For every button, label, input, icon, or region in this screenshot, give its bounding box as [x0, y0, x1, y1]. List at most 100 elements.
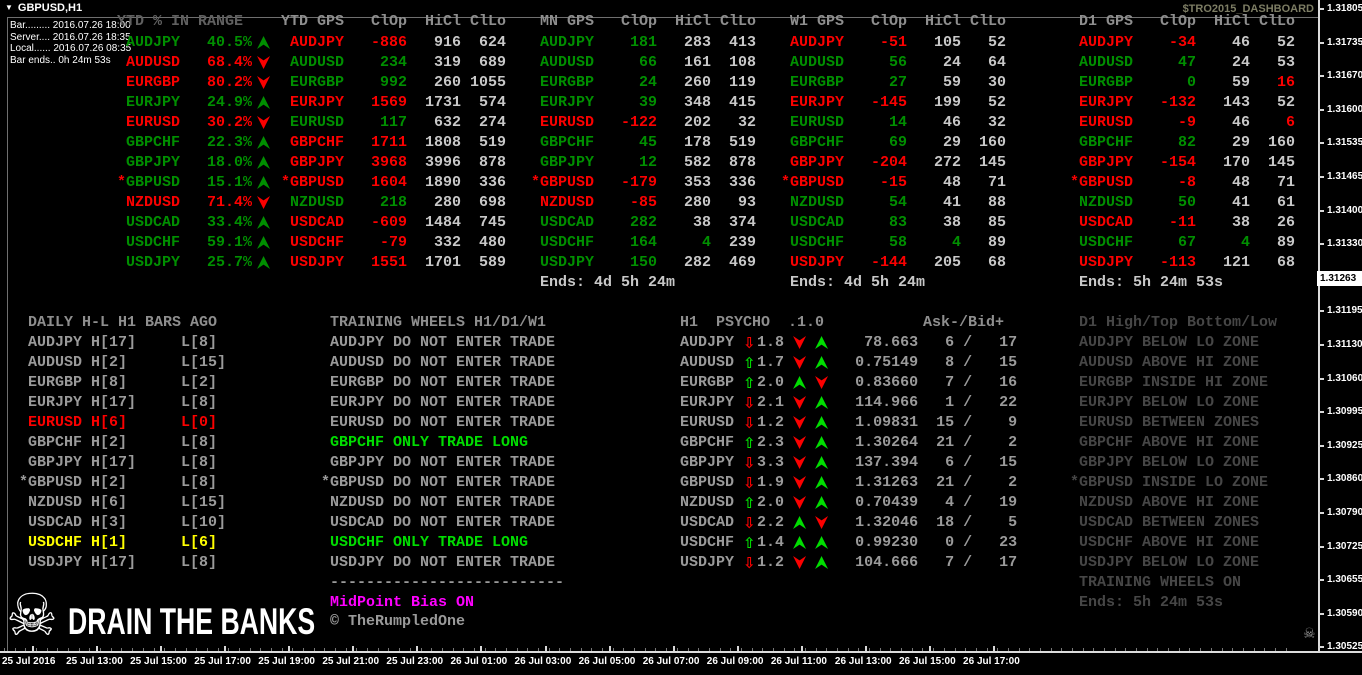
time-minor-tick: [260, 648, 262, 651]
arrow-up-icon: [257, 136, 271, 149]
clop-value: 0: [1133, 74, 1197, 91]
pair-name: EURUSD: [1070, 414, 1143, 431]
daily-row-EURUSD: EURUSD H[6] L[0]: [19, 413, 217, 433]
ytd-percent: 15.1%: [180, 174, 253, 191]
gps-row-GBPUSD: *GBPUSD -15 48 71: [781, 173, 1006, 193]
pair-name: EURGBP: [126, 74, 181, 91]
cllo-value: 30: [961, 74, 1007, 91]
time-minor-tick: [602, 648, 604, 651]
hicl-value: 48: [1196, 174, 1251, 191]
low-bars-ago: L[8]: [181, 434, 218, 451]
ytd-percent: 80.2%: [180, 74, 253, 91]
pair-name: EURUSD: [321, 414, 394, 431]
hicl-value: 41: [907, 194, 962, 211]
pair-name: USDJPY: [126, 254, 181, 271]
price-tick: [1318, 612, 1324, 615]
zone-row-EURUSD: EURUSD BETWEEN ZONES: [1070, 413, 1259, 433]
ask-count: 7: [918, 374, 955, 391]
psycho-value: 2.0: [757, 494, 785, 511]
clop-value: -34: [1133, 34, 1197, 51]
pair-name: EURGBP: [19, 374, 92, 391]
pair-name: AUDUSD: [1070, 54, 1134, 71]
training-row-AUDUSD: AUDUSD DO NOT ENTER TRADE: [321, 353, 555, 373]
psycho-row-EURGBP: EURGBP ⇧2.0 0.83660 7 / 16: [680, 373, 1017, 393]
clop-value: 56: [844, 54, 908, 71]
arrow-up-icon: [257, 36, 271, 49]
psycho-row-AUDJPY: AUDJPY ⇩1.8 78.663 6 / 17: [680, 333, 1017, 353]
time-minor-tick: [452, 648, 454, 651]
psycho-row-GBPCHF: GBPCHF ⇧2.3 1.30264 21 / 2: [680, 433, 1017, 453]
time-axis-separator: [0, 651, 1362, 653]
hicl-value: 59: [907, 74, 962, 91]
pair-name: GBPJPY: [321, 454, 394, 471]
cllo-value: 519: [461, 134, 507, 151]
ask-count: 21: [918, 474, 955, 491]
zone-row-USDCAD: USDCAD BETWEEN ZONES: [1070, 513, 1259, 533]
gps-row-USDCHF: USDCHF -79 332 480: [281, 233, 506, 253]
bid-count: 16: [981, 374, 1018, 391]
hicl-value: 1890: [407, 174, 462, 191]
price-tick-label: 1.31330: [1327, 238, 1362, 250]
time-minor-tick: [1104, 648, 1106, 651]
time-minor-tick: [1136, 648, 1138, 651]
pair-name: NZDUSD: [680, 494, 744, 511]
text: [806, 434, 815, 451]
low-bars-ago: L[8]: [181, 554, 218, 571]
hicl-value: 38: [1196, 214, 1251, 231]
training-row-EURUSD: EURUSD DO NOT ENTER TRADE: [321, 413, 555, 433]
time-tick: [800, 646, 803, 651]
time-minor-tick: [46, 648, 48, 651]
ytd-row-USDCHF: USDCHF 59.1%: [117, 233, 271, 253]
info-line: Server.... 2016.07.26 18:35: [10, 31, 131, 43]
arrow-up-icon: [815, 536, 829, 549]
star-marker: [117, 154, 126, 171]
time-minor-tick: [933, 648, 935, 651]
cllo-value: 71: [1250, 174, 1296, 191]
slash: /: [954, 454, 982, 471]
chevron-down-icon[interactable]: ▼: [5, 3, 13, 12]
gps-row-EURUSD: EURUSD 117 632 274: [281, 113, 506, 133]
cllo-value: 52: [961, 94, 1007, 111]
low-bars-ago: L[8]: [181, 454, 218, 471]
arrow-up-icon: [257, 176, 271, 189]
arrow-down-icon: [793, 336, 807, 349]
clop-value: 14: [844, 114, 908, 131]
bid-count: 2: [981, 434, 1018, 451]
ytd-percent: 25.7%: [180, 254, 253, 271]
price-tick: [1318, 545, 1324, 548]
price-tick: [1318, 512, 1324, 514]
ask-count: 15: [918, 414, 955, 431]
time-minor-tick: [644, 648, 646, 651]
price-tick-label: 1.31735: [1327, 36, 1362, 48]
cllo-value: 160: [961, 134, 1007, 151]
hicl-value: 4: [907, 234, 962, 251]
cllo-value: 413: [711, 34, 757, 51]
ytd-row-USDJPY: USDJPY 25.7%: [117, 253, 271, 273]
ytd-percent: 18.0%: [180, 154, 253, 171]
slash: /: [954, 414, 982, 431]
pair-name: NZDUSD: [1070, 494, 1143, 511]
pair-name: USDCAD: [19, 514, 92, 531]
time-minor-tick: [708, 648, 710, 651]
text: [806, 514, 815, 531]
gps-row-GBPUSD: *GBPUSD -179 353 336: [531, 173, 756, 193]
cllo-value: 589: [461, 254, 507, 271]
trade-advice: DO NOT ENTER TRADE: [393, 374, 556, 391]
bid-count: 17: [981, 554, 1018, 571]
clop-value: -154: [1133, 154, 1197, 171]
pair-name: GBPJPY: [126, 154, 181, 171]
time-tick: [544, 646, 547, 651]
time-tick-label: 25 Jul 21:00: [322, 656, 380, 667]
pair-name: *GBPUSD: [281, 174, 345, 191]
ytd-row-NZDUSD: NZDUSD 71.4%: [117, 193, 271, 213]
gps-row-AUDUSD: AUDUSD 47 24 53: [1070, 53, 1295, 73]
zone-status: BETWEEN ZONES: [1142, 414, 1260, 431]
pair-name: GBPCHF: [531, 134, 595, 151]
hicl-value: 1808: [407, 134, 462, 151]
time-minor-tick: [1029, 648, 1031, 651]
gps-row-NZDUSD: NZDUSD 54 41 88: [781, 193, 1006, 213]
text: [806, 394, 815, 411]
daily-row-AUDJPY: AUDJPY H[17] L[8]: [19, 333, 217, 353]
pair-price: 1.09831: [828, 414, 919, 431]
arrow-up-icon: [815, 356, 829, 369]
